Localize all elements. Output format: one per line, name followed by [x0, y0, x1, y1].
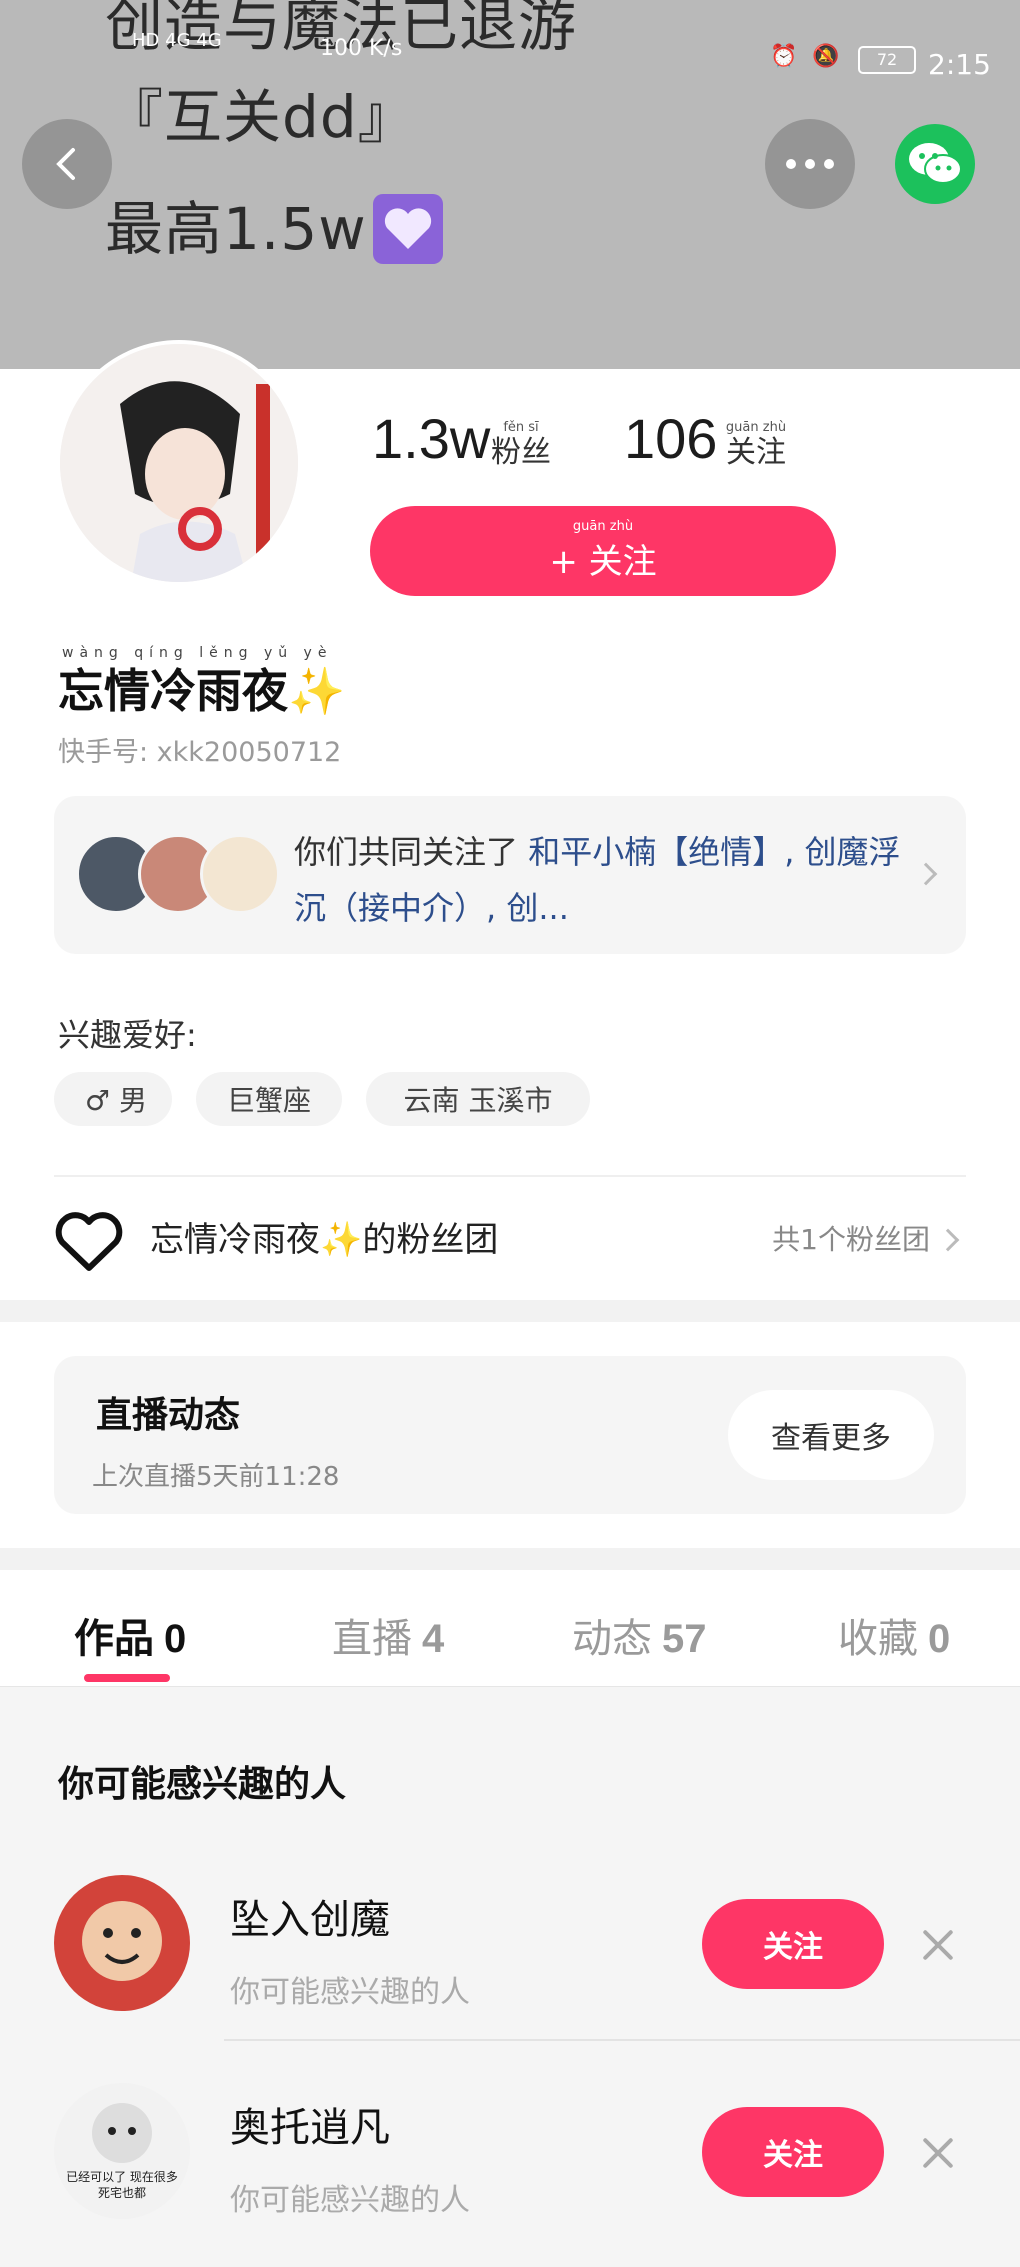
suggestions-section: 你可能感兴趣的人 坠入创魔 你可能感兴趣的人 关注 已经可以了 现在很多死宅也都…: [0, 1686, 1020, 2267]
purple-heart-icon: [372, 193, 443, 264]
chip-zodiac: 巨蟹座: [196, 1072, 342, 1126]
tab-works[interactable]: 作品 0: [74, 1606, 186, 1664]
suggestion-follow-button[interactable]: 关注: [702, 2107, 884, 2197]
heart-outline-icon: [55, 1212, 123, 1271]
fan-group-name: 忘情冷雨夜✨的粉丝团: [150, 1220, 499, 1260]
fans-label: fěn sī 粉丝: [491, 420, 551, 470]
live-title: 直播动态: [96, 1395, 241, 1436]
network-indicator: HD 4G 4G: [132, 30, 222, 51]
dismiss-icon[interactable]: [918, 1925, 958, 1965]
tab-indicator: [84, 1674, 170, 1682]
suggestion-avatar: 已经可以了 现在很多死宅也都: [54, 2083, 190, 2219]
user-name: 忘情冷雨夜✨: [58, 664, 346, 718]
section-gap: [0, 1300, 1020, 1322]
banner-line-3: 最高1.5w: [105, 182, 443, 268]
interests-title: 兴趣爱好:: [58, 1016, 197, 1054]
tab-live[interactable]: 直播 4: [332, 1606, 444, 1664]
battery-icon: 72: [858, 46, 916, 74]
chip-gender: ♂ 男: [54, 1072, 172, 1126]
dismiss-icon[interactable]: [918, 2133, 958, 2173]
suggestion-item[interactable]: 坠入创魔 你可能感兴趣的人 关注: [0, 1847, 1020, 2057]
alarm-icon: ⏰: [770, 44, 798, 69]
live-subtitle: 上次直播5天前11:28: [92, 1462, 340, 1492]
mute-icon: 🔕: [812, 44, 840, 69]
tab-favorites[interactable]: 收藏 0: [838, 1606, 950, 1664]
more-options-button[interactable]: [765, 119, 855, 209]
divider: [224, 2039, 1020, 2041]
suggestion-desc: 你可能感兴趣的人: [230, 2183, 470, 2218]
banner-line-3-text: 最高1.5w: [105, 195, 367, 263]
profile-banner: 创造与魔法已退游 『互关dd』 最高1.5w HD 4G 4G 100 K/s …: [0, 0, 1020, 369]
chevron-left-icon: [56, 148, 75, 180]
tab-moments[interactable]: 动态 57: [572, 1606, 707, 1664]
fans-count[interactable]: 1.3w: [372, 406, 490, 471]
more-dots-icon: [786, 159, 834, 169]
avatar-caption: 已经可以了 现在很多死宅也都: [66, 2170, 178, 2200]
fan-group-count: 共1个粉丝团: [772, 1223, 930, 1256]
live-card[interactable]: 直播动态 上次直播5天前11:28 查看更多: [54, 1356, 966, 1514]
chip-location: 云南 玉溪市: [366, 1072, 590, 1126]
divider: [54, 1175, 966, 1177]
kuaishou-id[interactable]: 快手号: xkk20050712: [58, 730, 341, 769]
suggestions-title: 你可能感兴趣的人: [58, 1764, 347, 1805]
suggestion-item[interactable]: 已经可以了 现在很多死宅也都 奥托逍凡 你可能感兴趣的人 关注: [0, 2055, 1020, 2265]
following-label: guān zhù 关注: [725, 420, 787, 470]
net-speed: 100 K/s: [320, 36, 403, 61]
wechat-icon: [909, 143, 962, 184]
following-count[interactable]: 106: [624, 406, 717, 471]
view-more-button[interactable]: 查看更多: [728, 1390, 934, 1480]
content-tabs: 作品 0 直播 4 动态 57 收藏 0: [0, 1570, 1020, 1686]
suggestion-follow-button[interactable]: 关注: [702, 1899, 884, 1989]
follow-button[interactable]: guān zhù + 关注: [370, 506, 836, 596]
suggestion-avatar: [54, 1875, 190, 2011]
follow-button-label: + 关注: [549, 541, 657, 582]
clock: 2:15: [928, 48, 991, 81]
profile-avatar[interactable]: [56, 340, 302, 586]
chevron-right-icon: [936, 1228, 960, 1252]
common-follow-avatar: [200, 834, 280, 914]
suggestion-name: 坠入创魔: [230, 1897, 390, 1943]
back-button[interactable]: [22, 119, 112, 209]
fan-group-row[interactable]: 忘情冷雨夜✨的粉丝团 共1个粉丝团: [0, 1180, 1020, 1300]
section-gap: [0, 1548, 1020, 1570]
common-follow-card[interactable]: 你们共同关注了 和平小楠【绝情】, 创魔浮沉（接中介）, 创...: [54, 796, 966, 954]
banner-line-2: 『互关dd』: [105, 83, 417, 151]
chevron-right-icon: [914, 862, 938, 886]
common-follow-text: 你们共同关注了 和平小楠【绝情】, 创魔浮沉（接中介）, 创...: [294, 833, 901, 927]
suggestion-name: 奥托逍凡: [230, 2105, 390, 2151]
wechat-share-button[interactable]: [895, 124, 975, 204]
suggestion-desc: 你可能感兴趣的人: [230, 1975, 470, 2010]
